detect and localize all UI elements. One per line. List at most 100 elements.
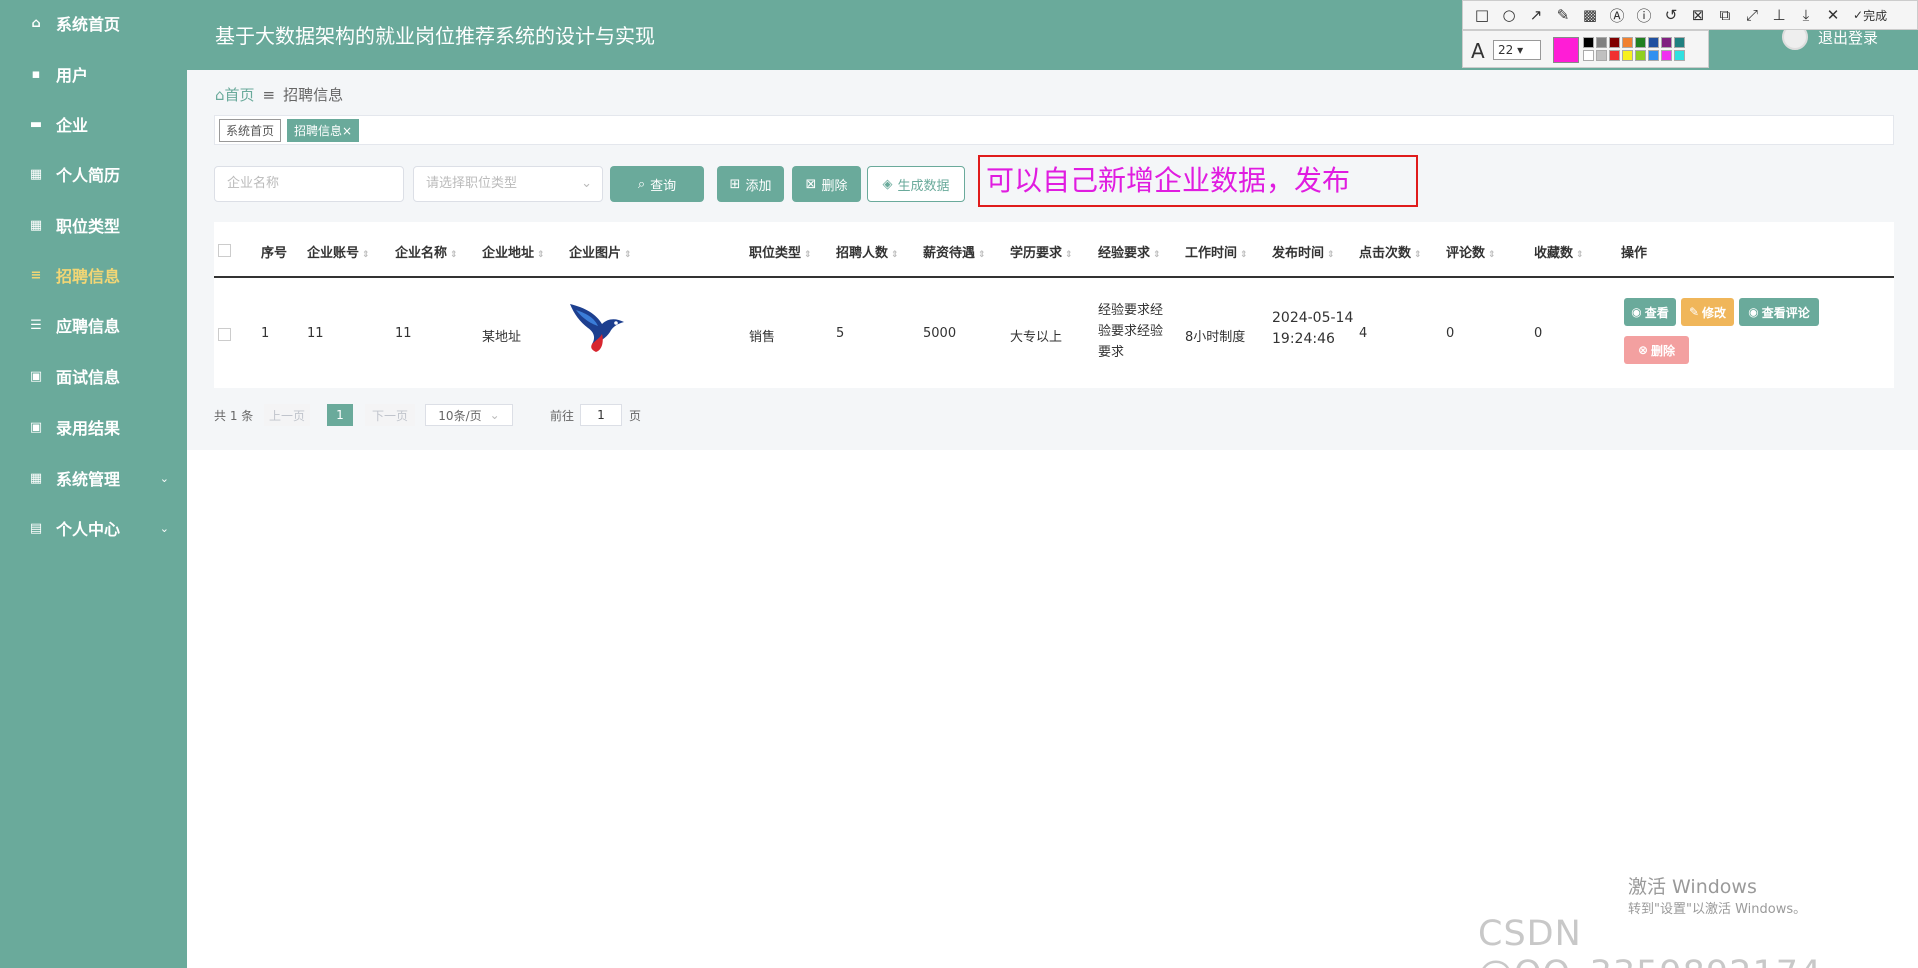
color-swatch[interactable] [1635, 50, 1646, 61]
menu-icon: ≡ [30, 267, 42, 283]
eye-icon: ◉ [1631, 305, 1642, 319]
sidebar-item-job-type[interactable]: ▦ 职位类型 [0, 200, 187, 250]
pager-next[interactable]: 下一页 [365, 404, 415, 426]
sort-icon: ⇕ [1414, 250, 1422, 260]
color-swatch[interactable] [1583, 37, 1594, 48]
pager-page[interactable]: 1 [327, 404, 353, 426]
color-swatch[interactable] [1635, 37, 1646, 48]
th-clicks[interactable]: 点击次数 ⇕ [1359, 242, 1422, 261]
cell-headcount: 5 [836, 326, 845, 341]
doc-icon: ▣ [29, 368, 43, 384]
font-size-select[interactable]: 22 ▾ [1493, 40, 1541, 60]
cell-index: 1 [261, 326, 270, 341]
th-address[interactable]: 企业地址 ⇕ [482, 242, 545, 261]
view-button[interactable]: ◉ 查看 [1624, 298, 1676, 326]
generate-data-button[interactable]: ◈ 生成数据 [867, 166, 965, 202]
sidebar-item-interview[interactable]: ▣ 面试信息 [0, 351, 187, 401]
th-comments[interactable]: 评论数 ⇕ [1446, 242, 1496, 261]
sidebar-item-system[interactable]: ▦ 系统管理 ⌄ [0, 453, 187, 503]
color-swatch[interactable] [1622, 37, 1633, 48]
expand-icon[interactable]: ⤢ [1741, 4, 1763, 26]
download-icon[interactable]: ⤓ [1795, 4, 1817, 26]
pager-size-select[interactable]: 10条/页 ⌄ [425, 404, 513, 426]
pager-prev[interactable]: 上一页 [264, 404, 310, 426]
th-favorites[interactable]: 收藏数 ⇕ [1534, 242, 1584, 261]
pin-icon[interactable]: ⊥ [1768, 4, 1790, 26]
color-swatch[interactable] [1609, 37, 1620, 48]
select-all-checkbox[interactable] [218, 244, 231, 257]
user-icon: ▪ [31, 66, 41, 82]
th-headcount[interactable]: 招聘人数 ⇕ [836, 242, 899, 261]
sidebar-item-label: 企业 [56, 116, 89, 135]
undo-icon[interactable]: ↺ [1660, 4, 1682, 26]
color-swatch[interactable] [1674, 37, 1685, 48]
breadcrumb-home[interactable]: ⌂首页 [215, 84, 255, 105]
color-swatch[interactable] [1674, 50, 1685, 61]
sidebar-item-recruit[interactable]: ≡ 招聘信息 [0, 250, 187, 300]
close-icon[interactable]: ✕ [1822, 4, 1844, 26]
pager-goto-label: 前往 [550, 408, 575, 423]
th-account[interactable]: 企业账号 ⇕ [307, 242, 370, 261]
color-swatch[interactable] [1583, 50, 1594, 61]
add-button[interactable]: ⊞ 添加 [717, 166, 784, 202]
th-education[interactable]: 学历要求 ⇕ [1010, 242, 1073, 261]
th-work-time[interactable]: 工作时间 ⇕ [1185, 242, 1248, 261]
snip-text-options: A 22 ▾ [1462, 30, 1709, 68]
arrow-icon[interactable]: ↗ [1525, 4, 1547, 26]
sidebar-item-label: 个人中心 [56, 520, 121, 539]
th-image[interactable]: 企业图片 ⇕ [569, 242, 632, 261]
color-swatch[interactable] [1609, 50, 1620, 61]
text-tool-icon[interactable]: Ⓐ [1606, 4, 1628, 26]
job-type-select[interactable]: 请选择职位类型 ⌄ [413, 166, 603, 202]
color-swatch[interactable] [1648, 50, 1659, 61]
sidebar-item-label: 面试信息 [56, 368, 121, 387]
sidebar-item-resume[interactable]: ▦ 个人简历 [0, 149, 187, 199]
done-label: 完成 [1863, 8, 1888, 23]
pager-goto-input[interactable]: 1 [580, 404, 622, 426]
color-swatch[interactable] [1596, 50, 1607, 61]
rectangle-icon[interactable]: □ [1471, 4, 1493, 26]
color-swatch[interactable] [1661, 37, 1672, 48]
th-job-type[interactable]: 职位类型 ⇕ [749, 242, 812, 261]
th-publish-time[interactable]: 发布时间 ⇕ [1272, 242, 1335, 261]
chevron-down-icon: ⌄ [581, 176, 592, 191]
view-comments-button[interactable]: ◉ 查看评论 [1739, 298, 1819, 326]
row-delete-button[interactable]: ⊗ 删除 [1624, 336, 1689, 364]
number-icon[interactable]: ⓘ [1633, 4, 1655, 26]
pen-icon[interactable]: ✎ [1552, 4, 1574, 26]
th-experience[interactable]: 经验要求 ⇕ [1098, 242, 1161, 261]
current-color-swatch[interactable] [1553, 37, 1579, 63]
row-checkbox[interactable] [218, 328, 231, 341]
th-salary[interactable]: 薪资待遇 ⇕ [923, 242, 986, 261]
sidebar-item-personal[interactable]: ▤ 个人中心 ⌄ [0, 503, 187, 553]
color-swatch[interactable] [1622, 50, 1633, 61]
sidebar-item-user[interactable]: ▪ 用户 [0, 49, 187, 99]
sidebar-item-home[interactable]: ⌂ 系统首页 [0, 0, 187, 48]
company-name-input[interactable]: 企业名称 [214, 166, 404, 202]
mosaic-icon[interactable]: ▩ [1579, 4, 1601, 26]
color-swatch[interactable] [1596, 37, 1607, 48]
color-swatch[interactable] [1648, 37, 1659, 48]
annotation-textbox[interactable]: 可以自己新增企业数据，发布 [978, 155, 1418, 207]
cell-job-type: 销售 [749, 330, 776, 345]
sidebar-item-apply[interactable]: ☰ 应聘信息 [0, 300, 187, 350]
cell-company: 11 [395, 326, 412, 341]
ellipse-icon[interactable]: ○ [1498, 4, 1520, 26]
query-button[interactable]: ⌕ 查询 [610, 166, 704, 202]
breadcrumb-current: 招聘信息 [283, 86, 344, 104]
copy-icon[interactable]: ⧉ [1714, 4, 1736, 26]
done-button[interactable]: ✓ 完成 [1853, 4, 1887, 26]
delete-button[interactable]: ⊠ 删除 [792, 166, 861, 202]
sidebar-item-company[interactable]: ▬ 企业 [0, 99, 187, 149]
color-swatch[interactable] [1661, 50, 1672, 61]
sort-icon: ⇕ [804, 250, 812, 260]
chevron-down-icon: ⌄ [489, 408, 500, 422]
crop-icon[interactable]: ⊠ [1687, 4, 1709, 26]
sort-icon: ⇕ [1153, 250, 1161, 260]
sidebar-item-hire[interactable]: ▣ 录用结果 [0, 402, 187, 452]
th-company[interactable]: 企业名称 ⇕ [395, 242, 458, 261]
edit-button[interactable]: ✎ 修改 [1681, 298, 1734, 326]
tag-recruit[interactable]: 招聘信息× [287, 118, 360, 142]
tag-home[interactable]: 系统首页 [219, 118, 282, 142]
close-icon[interactable]: × [342, 124, 352, 138]
